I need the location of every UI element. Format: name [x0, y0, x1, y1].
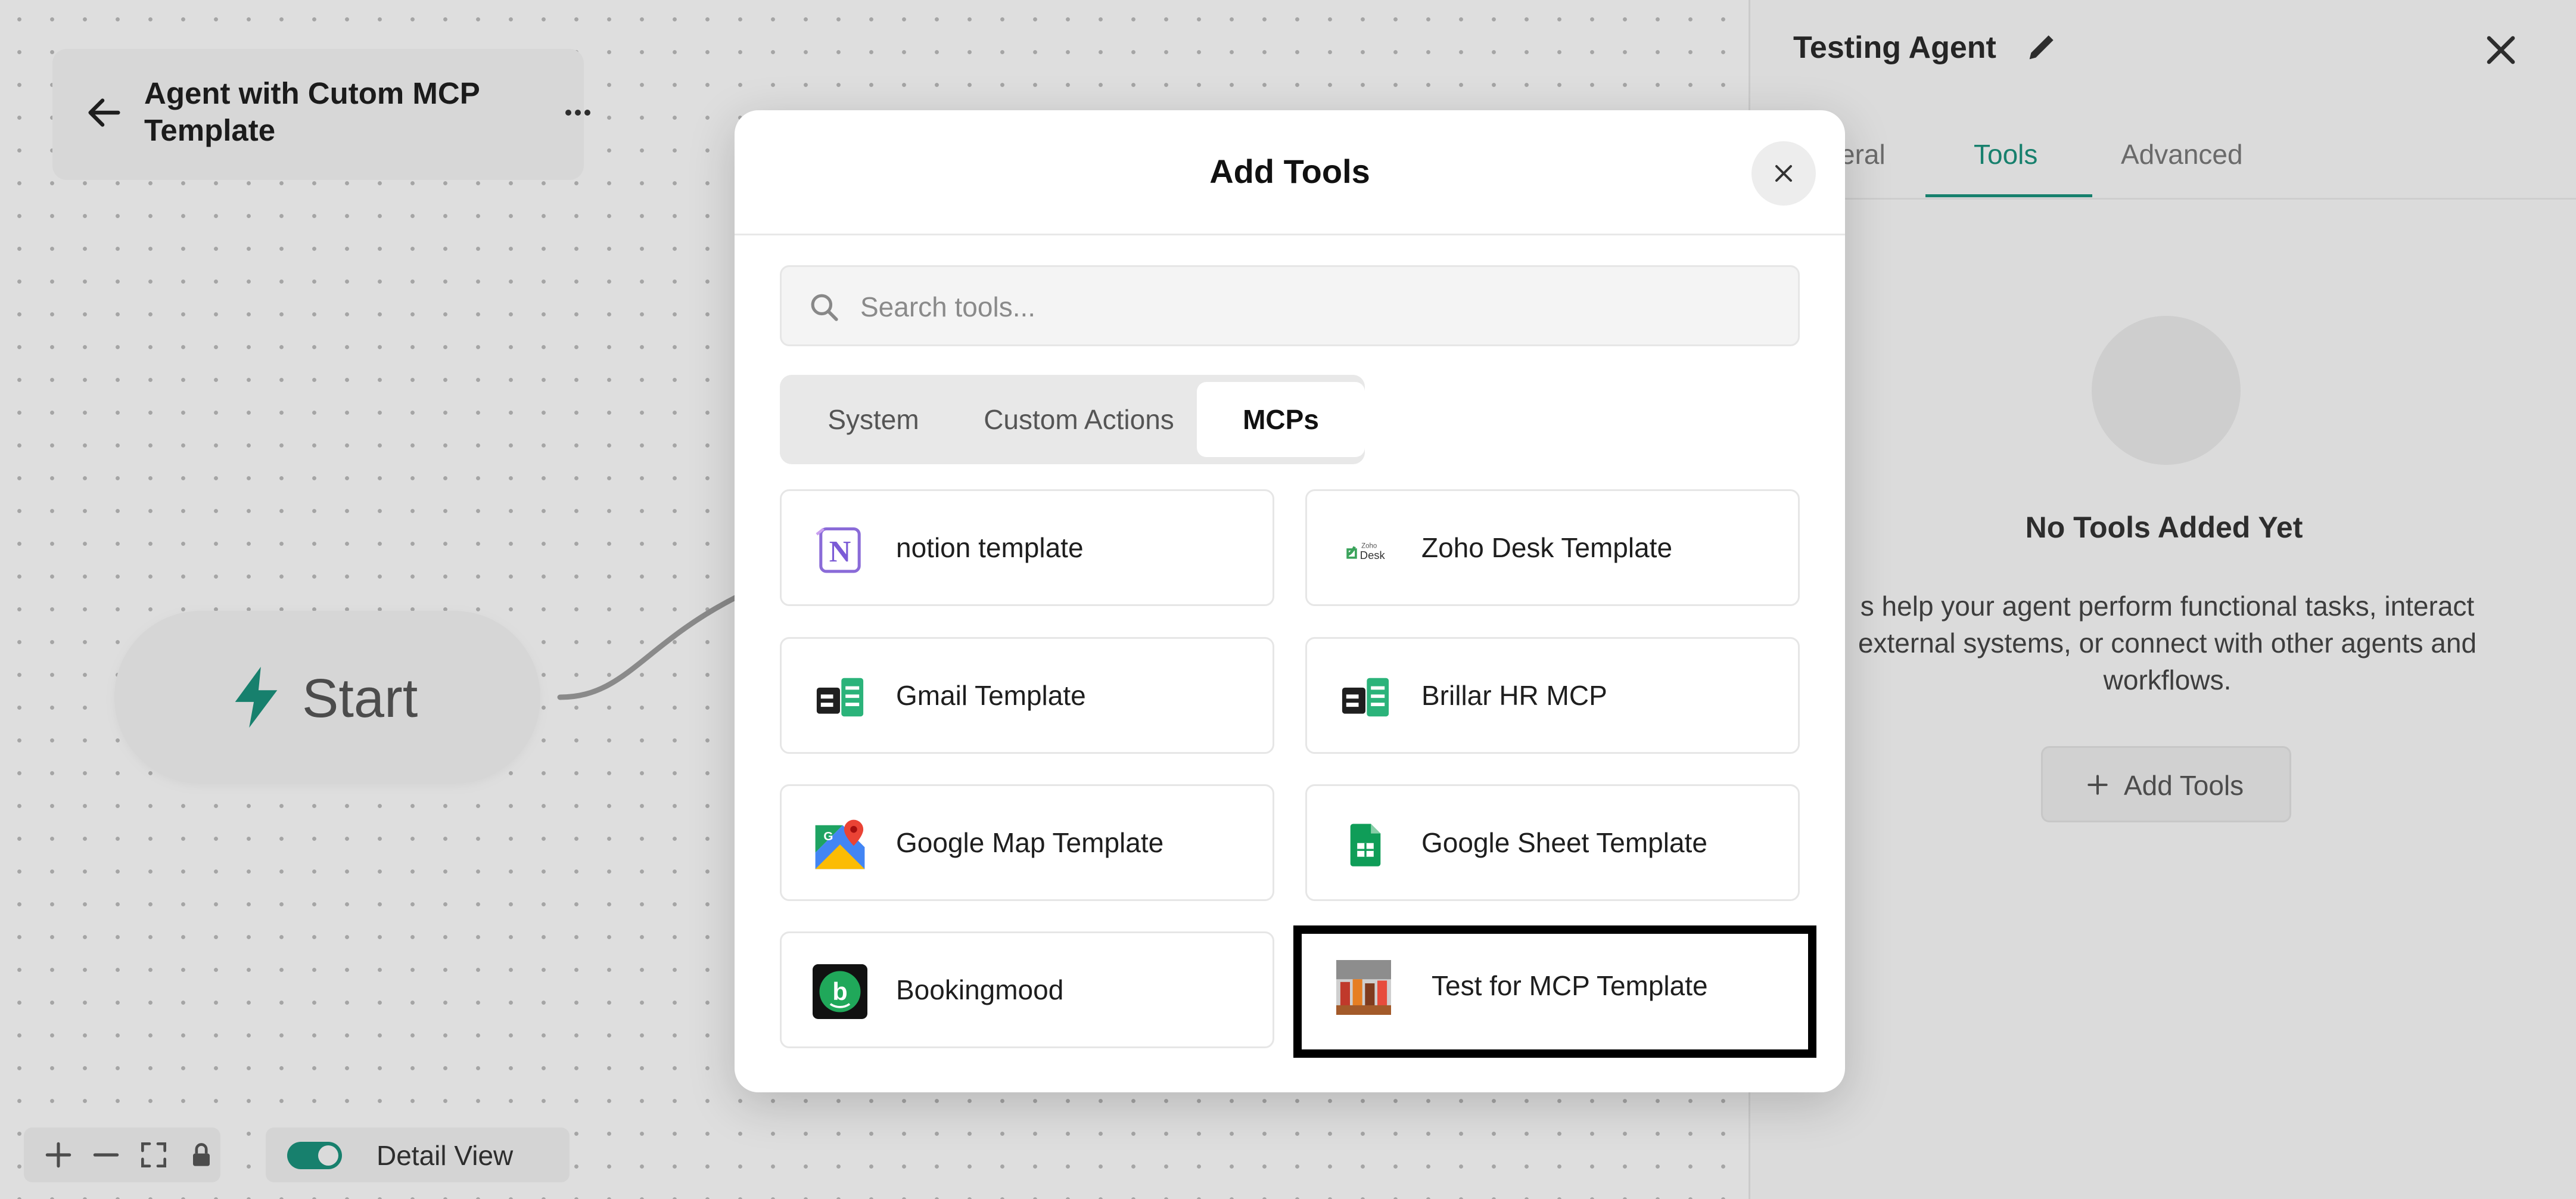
tool-name: Brillar HR MCP: [1421, 680, 1607, 711]
tool-name: Google Map Template: [896, 827, 1164, 858]
zoho-desk-icon: Zoho Desk: [1346, 543, 1386, 561]
svg-text:N: N: [829, 535, 851, 569]
tool-name: Google Sheet Template: [1421, 827, 1707, 858]
svg-text:Desk: Desk: [1360, 549, 1386, 561]
tab-system[interactable]: System: [787, 382, 960, 457]
bookingmood-icon: b: [813, 964, 867, 1019]
google-sheets-icon: [1350, 824, 1381, 866]
svg-text:b: b: [832, 978, 847, 1005]
search-field[interactable]: [780, 265, 1800, 346]
tool-card[interactable]: N notion template: [780, 489, 1274, 606]
add-tools-modal: Add Tools System Custom Actions MCPs N n…: [735, 110, 1845, 1092]
tool-card[interactable]: Brillar HR MCP: [1305, 637, 1800, 754]
tool-name: notion template: [896, 532, 1084, 563]
search-icon: [811, 294, 838, 321]
photo-thumbnail-icon: [1336, 960, 1391, 1015]
modal-title: Add Tools: [1209, 153, 1370, 190]
tool-card[interactable]: G Google Map Template: [780, 784, 1274, 901]
modal-divider: [735, 234, 1845, 235]
tool-card[interactable]: b Bookingmood: [780, 931, 1274, 1048]
tool-card-selected[interactable]: Test for MCP Template: [1293, 925, 1816, 1058]
tool-card[interactable]: Zoho Desk Zoho Desk Template: [1305, 489, 1800, 606]
tab-custom-actions[interactable]: Custom Actions: [960, 382, 1198, 457]
tab-mcps[interactable]: MCPs: [1197, 382, 1365, 457]
modal-close-button[interactable]: [1751, 141, 1816, 206]
svg-text:G: G: [823, 830, 833, 843]
close-icon: [1775, 165, 1792, 182]
tool-name: Bookingmood: [896, 974, 1064, 1005]
tool-name: Test for MCP Template: [1432, 970, 1708, 1001]
search-input[interactable]: [859, 281, 1755, 333]
notion-icon: N: [816, 527, 861, 573]
tool-category-tabs: System Custom Actions MCPs: [780, 375, 1365, 464]
tool-name: Gmail Template: [896, 680, 1086, 711]
tool-card[interactable]: Google Sheet Template: [1305, 784, 1800, 901]
tool-name: Zoho Desk Template: [1421, 532, 1673, 563]
template-doc-icon: [816, 678, 864, 717]
google-maps-icon: G: [815, 819, 865, 869]
tool-card[interactable]: Gmail Template: [780, 637, 1274, 754]
template-doc-icon: [1342, 678, 1389, 717]
